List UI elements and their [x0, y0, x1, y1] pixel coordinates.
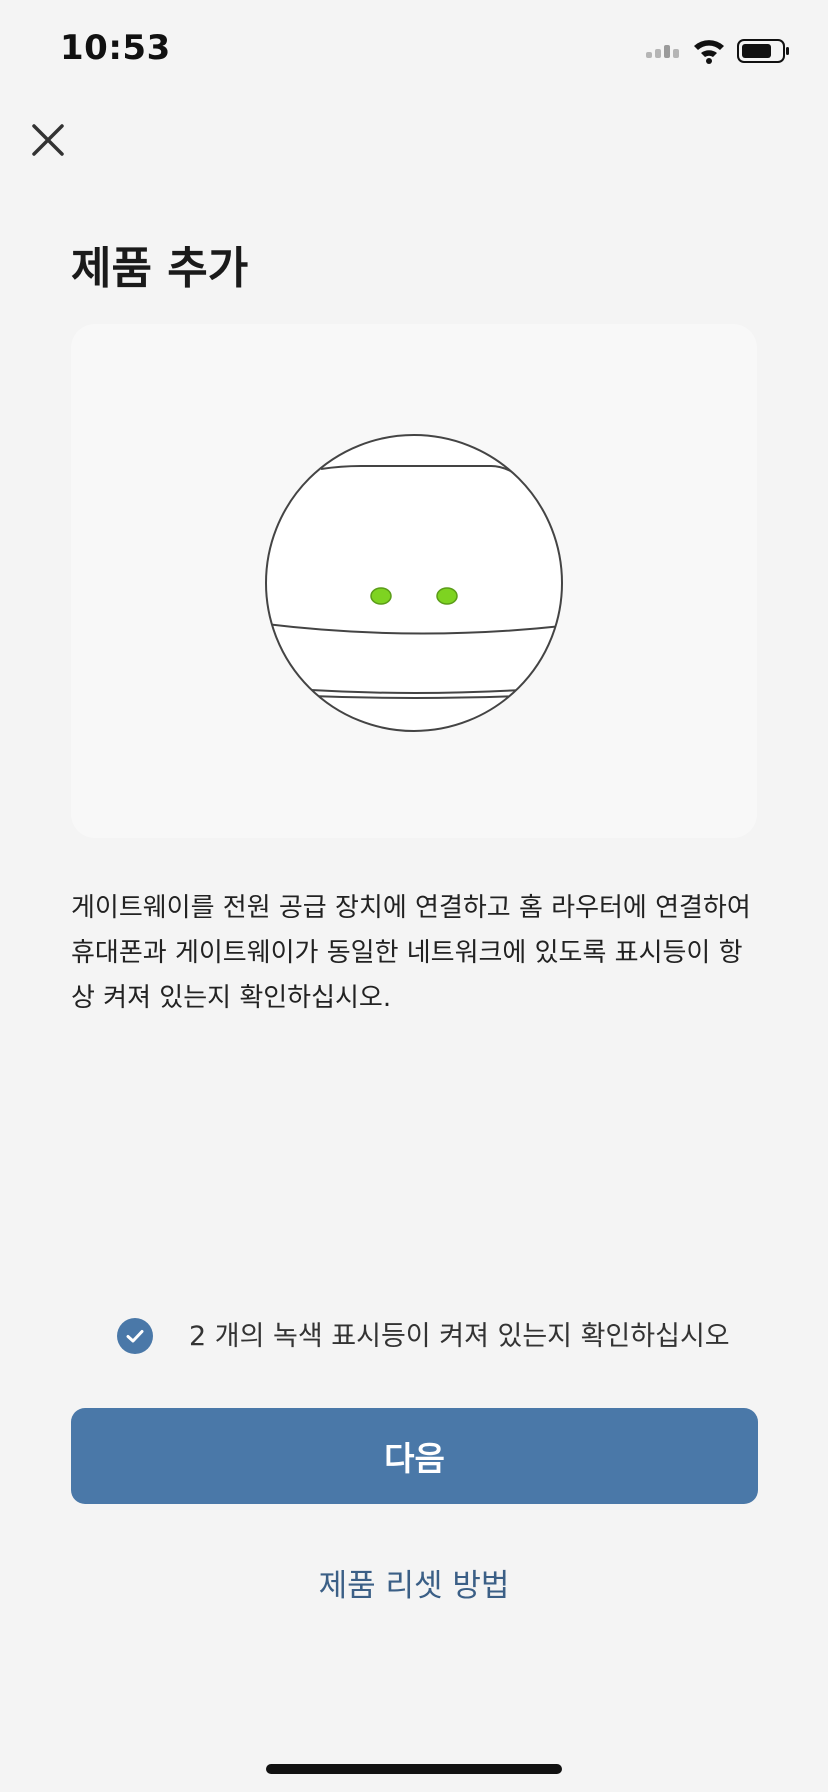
signal-icon [646, 45, 679, 58]
led-indicator-left [370, 587, 392, 605]
confirm-checkbox-row[interactable]: 2 개의 녹색 표시등이 켜져 있는지 확인하십시오 [117, 1318, 757, 1358]
page-title: 제품 추가 [71, 243, 249, 294]
illustration-card [71, 324, 757, 838]
instruction-text: 게이트웨이를 전원 공급 장치에 연결하고 홈 라우터에 연결하여 휴대폰과 게… [71, 893, 751, 1013]
battery-icon [737, 39, 789, 63]
led-indicator-right [436, 587, 458, 605]
check-icon [126, 1330, 144, 1343]
status-time: 10:53 [60, 28, 171, 68]
gateway-device-illustration [265, 434, 563, 732]
wifi-icon [694, 40, 724, 64]
confirm-checkbox[interactable] [117, 1318, 153, 1354]
confirm-label: 2 개의 녹색 표시등이 켜져 있는지 확인하십시오 [189, 1321, 730, 1352]
close-button[interactable] [24, 112, 74, 168]
home-indicator [266, 1764, 562, 1774]
status-icons [644, 34, 794, 64]
close-icon [32, 124, 64, 156]
status-bar: 10:53 [0, 0, 828, 100]
next-button[interactable]: 다음 [71, 1408, 758, 1504]
reset-guide-link[interactable]: 제품 리셋 방법 [0, 1560, 828, 1605]
